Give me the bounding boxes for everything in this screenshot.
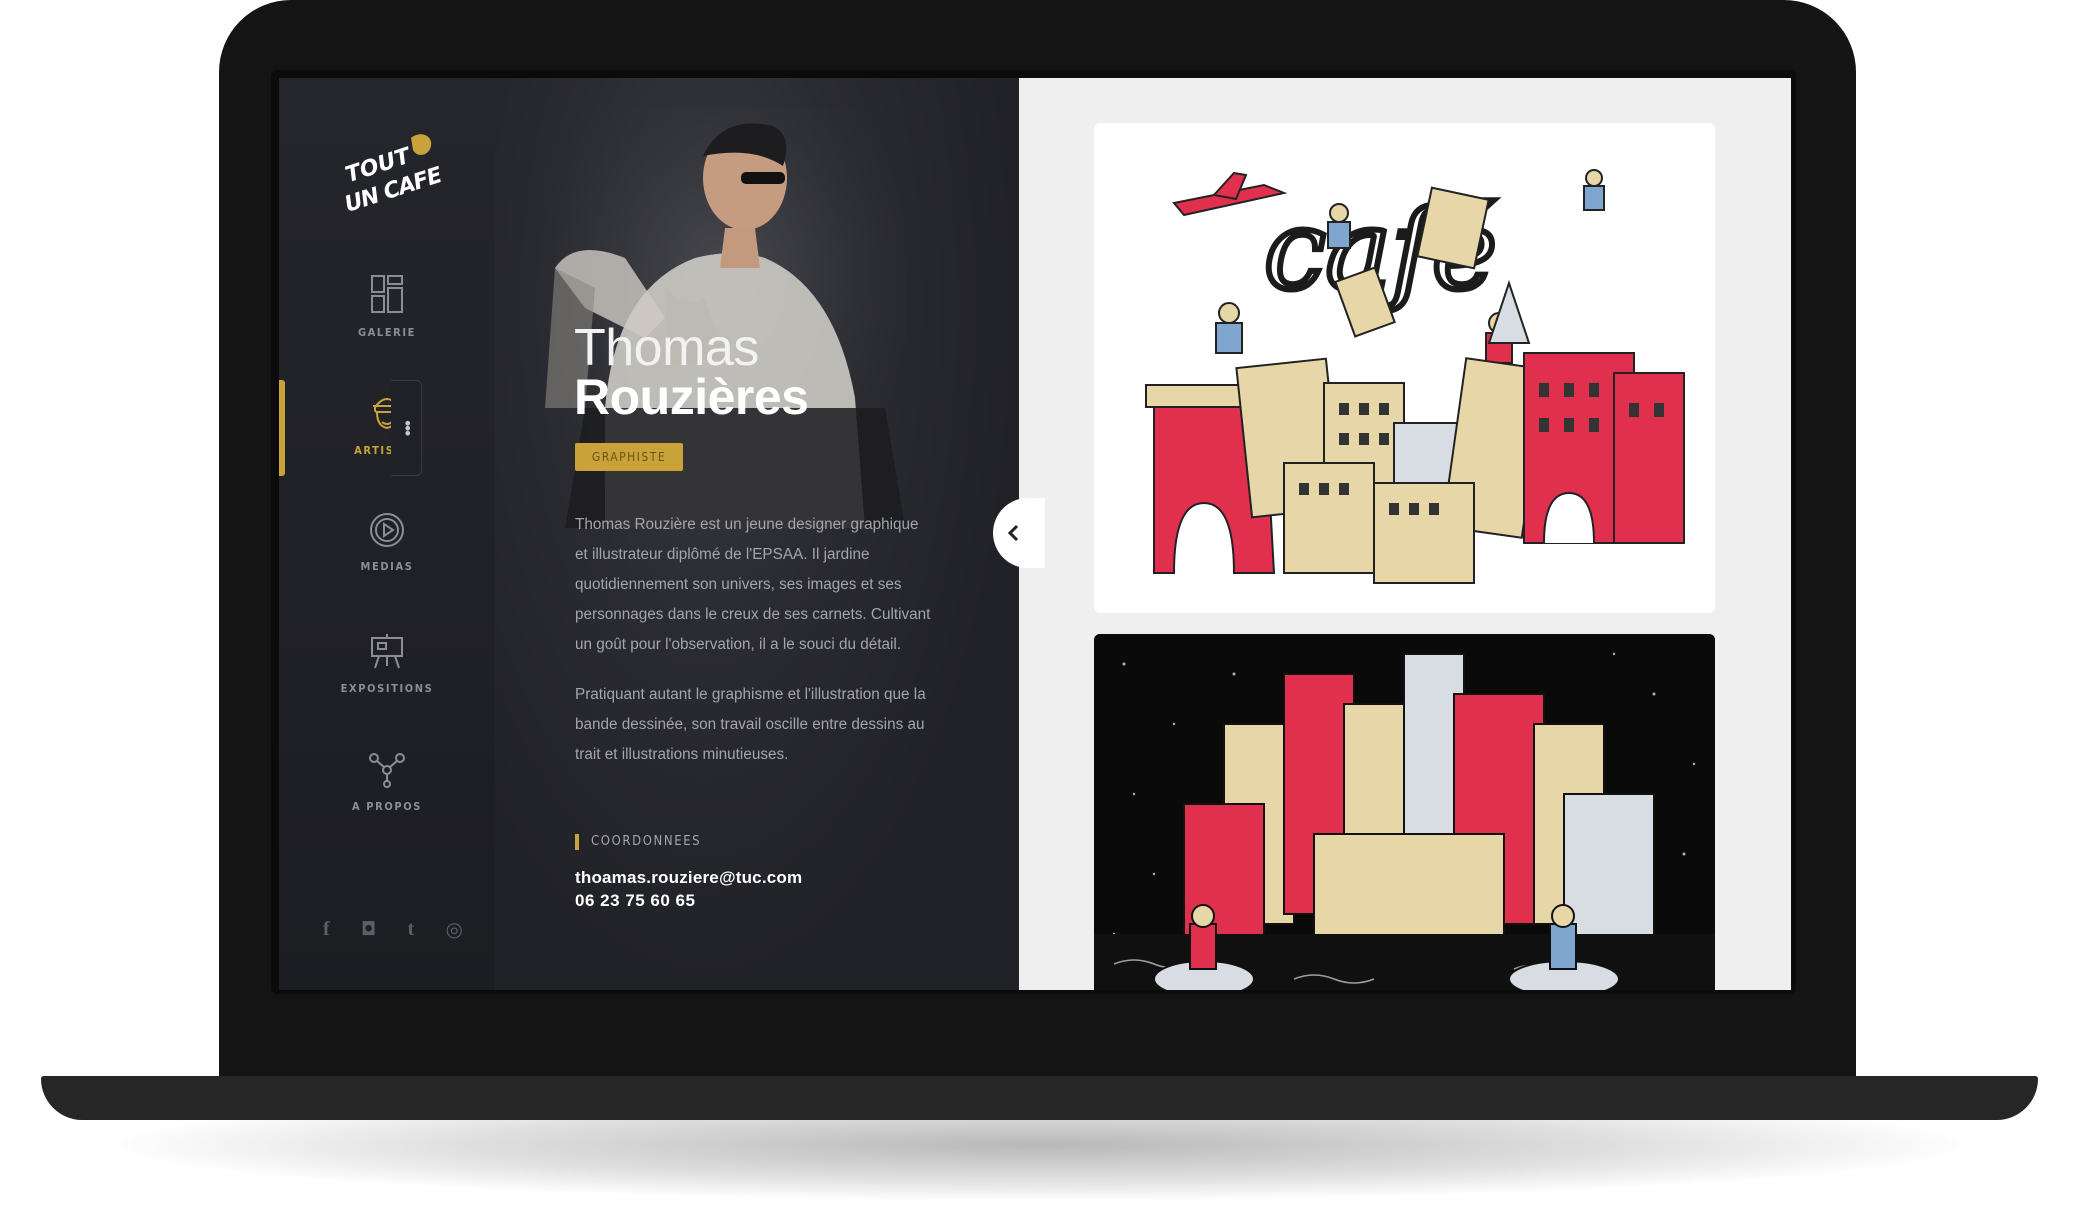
artwork-gallery: café: [993, 78, 1791, 990]
nav-item-a-propos[interactable]: A PROPOS: [279, 752, 495, 852]
role-badge: GRAPHISTE: [575, 443, 683, 471]
nav-item-expositions[interactable]: EXPOSITIONS: [279, 632, 495, 732]
artist-last-name: Rouzières: [574, 369, 809, 425]
social-links: f ◘ t ◎: [323, 914, 463, 944]
cafe-illustration: café: [1094, 123, 1715, 613]
easel-icon: [371, 634, 403, 669]
nav-label-expositions: EXPOSITIONS: [340, 682, 434, 695]
instagram-icon[interactable]: ◘: [361, 919, 376, 940]
tumblr-icon[interactable]: t: [408, 918, 415, 941]
panel-options-button[interactable]: • • •: [391, 380, 422, 476]
nav-label-medias: MEDIAS: [360, 560, 414, 573]
artwork-card-night-city[interactable]: [1094, 634, 1715, 990]
artist-bio-paragraph-2: Pratiquant autant le graphisme et l'illu…: [575, 686, 926, 763]
contact-heading: COORDONNEES: [575, 834, 701, 850]
nav-label-a-propos: A PROPOS: [352, 800, 422, 813]
night-city-illustration: [1094, 634, 1715, 990]
more-vertical-icon: • • •: [403, 414, 413, 443]
tout-un-cafe-logo[interactable]: TOUT UN CAFE: [333, 126, 441, 218]
play-icon: [370, 513, 404, 547]
laptop-base: [41, 1076, 2038, 1120]
chevron-left-icon: [1007, 524, 1019, 542]
nav-label-artistes: ARTISTES: [354, 444, 420, 457]
app-screen: TOUT UN CAFE GALERIE ARTISTES MEDIAS EXP…: [279, 78, 1791, 990]
artist-profile-panel: Thomas Rouzières GRAPHISTE Thomas Rouziè…: [495, 78, 1019, 990]
sidebar: TOUT UN CAFE GALERIE ARTISTES MEDIAS EXP…: [279, 78, 495, 990]
artwork-card-cafe[interactable]: café: [1094, 123, 1715, 613]
artist-bio-paragraph-1: Thomas Rouzière est un jeune designer gr…: [575, 516, 931, 653]
nav-label-galerie: GALERIE: [357, 326, 417, 339]
artist-phone[interactable]: 06 23 75 60 65: [575, 891, 695, 911]
nav-item-galerie[interactable]: GALERIE: [279, 274, 495, 374]
nav-item-medias[interactable]: MEDIAS: [279, 512, 495, 612]
nav-item-artistes[interactable]: ARTISTES: [279, 392, 495, 492]
dribbble-icon[interactable]: ◎: [446, 917, 463, 941]
gallery-icon: [371, 275, 403, 313]
coffee-bean-icon: [411, 134, 432, 155]
facebook-icon[interactable]: f: [323, 918, 330, 941]
network-icon: [369, 753, 405, 788]
artist-email[interactable]: thoamas.rouziere@tuc.com: [575, 868, 802, 888]
